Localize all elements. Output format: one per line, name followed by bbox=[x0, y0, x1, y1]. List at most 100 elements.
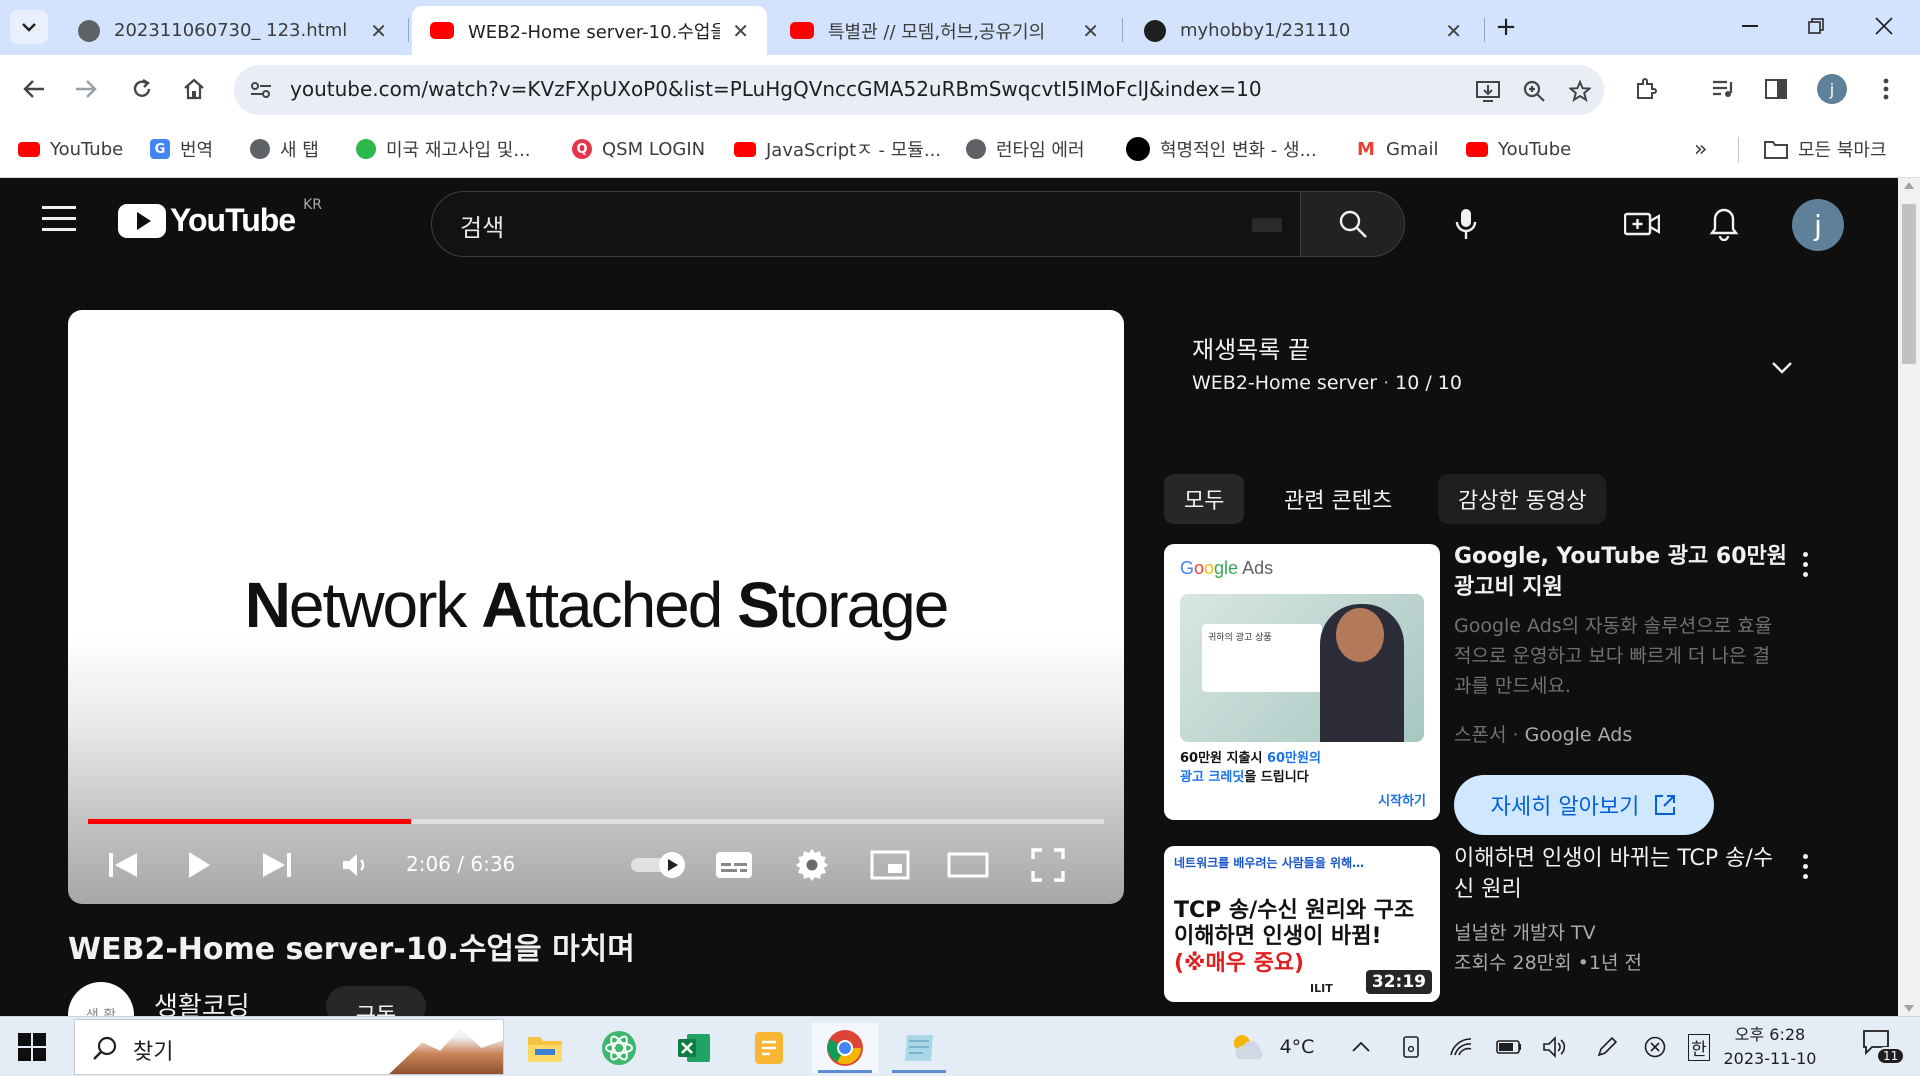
more-vert-icon[interactable] bbox=[1800, 854, 1810, 879]
weather-temp[interactable]: 4°C bbox=[1272, 1031, 1322, 1063]
weather-icon[interactable] bbox=[1224, 1031, 1270, 1063]
playlist-name[interactable]: WEB2-Home server bbox=[1192, 372, 1377, 394]
site-settings-icon[interactable] bbox=[248, 77, 274, 103]
scroll-up-icon[interactable] bbox=[1904, 182, 1914, 189]
progress-bar[interactable] bbox=[88, 819, 1104, 824]
chrome-app[interactable] bbox=[812, 1023, 878, 1073]
chrome-menu-button[interactable] bbox=[1866, 69, 1906, 109]
fullscreen-button[interactable] bbox=[1022, 840, 1074, 890]
bookmark-item[interactable]: 미국 재고사입 및... bbox=[356, 133, 531, 165]
chip-related[interactable]: 관련 콘텐츠 bbox=[1264, 474, 1412, 524]
media-control-button[interactable] bbox=[1704, 69, 1744, 109]
bookmark-item[interactable]: 런타임 에러 bbox=[966, 133, 1085, 165]
previous-button[interactable] bbox=[98, 840, 148, 890]
search-button[interactable] bbox=[1300, 191, 1405, 257]
new-tab-button[interactable]: + bbox=[1487, 10, 1525, 44]
extensions-button[interactable] bbox=[1626, 69, 1666, 109]
volume-icon[interactable] bbox=[1540, 1031, 1570, 1063]
theater-mode-button[interactable] bbox=[942, 840, 994, 890]
youtube-logo[interactable]: YouTube KR bbox=[118, 197, 322, 239]
video-thumbnail[interactable]: 네트워크를 배우려는 사람들을 위해… TCP 송/수신 원리와 구조 이해하면… bbox=[1164, 846, 1440, 1002]
voice-search-button[interactable] bbox=[1440, 198, 1492, 250]
notes-app[interactable] bbox=[736, 1023, 802, 1073]
bookmark-item[interactable]: YouTube bbox=[1466, 133, 1571, 165]
bookmark-item[interactable]: 혁명적인 변화 - 생... bbox=[1126, 133, 1317, 165]
scroll-down-icon[interactable] bbox=[1904, 1005, 1914, 1012]
video-player[interactable]: Network Attached Storage 2:06 / 6:36 bbox=[68, 310, 1124, 904]
scrollbar-thumb[interactable] bbox=[1902, 204, 1916, 364]
excel-app[interactable] bbox=[661, 1023, 727, 1073]
bookmark-item[interactable]: Q QSM LOGIN bbox=[572, 133, 705, 165]
notification-center-button[interactable]: 11 bbox=[1862, 1029, 1906, 1065]
chevron-down-icon[interactable] bbox=[1768, 354, 1796, 382]
bookmark-item[interactable]: G 번역 bbox=[150, 133, 213, 165]
minimize-button[interactable] bbox=[1720, 8, 1780, 44]
chip-watched[interactable]: 감상한 동영상 bbox=[1438, 474, 1607, 524]
wifi-icon[interactable] bbox=[1446, 1031, 1476, 1063]
create-button[interactable] bbox=[1616, 198, 1668, 250]
ad-thumbnail[interactable]: Google Ads 귀하의 광고 상품 60만원 지출시 60만원의 광고 크… bbox=[1164, 544, 1440, 820]
play-button[interactable] bbox=[174, 840, 224, 890]
ad-title[interactable]: Google, YouTube 광고 60만원 광고비 지원 bbox=[1454, 542, 1794, 604]
bookmark-star-icon[interactable] bbox=[1564, 75, 1596, 107]
forward-button[interactable] bbox=[66, 69, 106, 109]
close-window-button[interactable] bbox=[1854, 8, 1914, 44]
side-panel-button[interactable] bbox=[1756, 69, 1796, 109]
next-button[interactable] bbox=[252, 840, 302, 890]
subtitles-button[interactable] bbox=[708, 840, 760, 890]
windows-start-icon[interactable] bbox=[18, 1033, 46, 1061]
keyboard-icon[interactable] bbox=[1252, 218, 1282, 232]
browser-tab[interactable]: 특별관 // 모뎀,허브,공유기의 ✕ bbox=[772, 6, 1117, 55]
close-icon[interactable]: ✕ bbox=[370, 19, 387, 43]
taskbar-search-input[interactable]: 찾기 bbox=[74, 1019, 504, 1075]
profile-button[interactable]: j bbox=[1812, 69, 1852, 109]
browser-tab[interactable]: myhobby1/231110 ✕ bbox=[1126, 6, 1480, 55]
restore-button[interactable] bbox=[1786, 8, 1846, 44]
chevron-up-icon[interactable] bbox=[1346, 1031, 1376, 1063]
page-scrollbar[interactable] bbox=[1898, 178, 1920, 1016]
chip-all[interactable]: 모두 bbox=[1164, 474, 1245, 524]
notifications-button[interactable] bbox=[1698, 198, 1750, 250]
autoplay-toggle[interactable] bbox=[628, 840, 690, 890]
url-text[interactable]: youtube.com/watch?v=KVzFXpUXoP0&list=PLu… bbox=[290, 77, 1262, 101]
security-icon[interactable] bbox=[1640, 1031, 1670, 1063]
reload-button[interactable] bbox=[122, 69, 162, 109]
bookmarks-overflow-button[interactable]: » bbox=[1694, 133, 1707, 165]
learn-more-button[interactable]: 자세히 알아보기 bbox=[1454, 775, 1714, 835]
tab-search-button[interactable] bbox=[10, 10, 48, 44]
install-app-icon[interactable] bbox=[1472, 75, 1504, 107]
browser-tab-active[interactable]: WEB2-Home server-10.수업을 ✕ bbox=[412, 6, 767, 55]
bookmark-item[interactable]: YouTube bbox=[18, 133, 123, 165]
browser-tab[interactable]: 202311060730_ 123.html ✕ bbox=[60, 6, 405, 55]
file-explorer-app[interactable] bbox=[512, 1023, 578, 1073]
zoom-icon[interactable] bbox=[1518, 75, 1550, 107]
battery-icon[interactable] bbox=[1494, 1031, 1524, 1063]
taskbar-clock[interactable]: 오후 6:28 2023-11-10 bbox=[1720, 1023, 1820, 1071]
more-vert-icon[interactable] bbox=[1800, 552, 1810, 577]
all-bookmarks-button[interactable]: 모든 북마크 bbox=[1764, 133, 1887, 165]
ime-indicator[interactable]: 한 bbox=[1684, 1031, 1714, 1063]
close-icon[interactable]: ✕ bbox=[1082, 19, 1099, 43]
playlist-panel[interactable]: 재생목록 끝 WEB2-Home server · 10 / 10 bbox=[1164, 314, 1824, 424]
address-bar[interactable]: youtube.com/watch?v=KVzFXpUXoP0&list=PLu… bbox=[234, 65, 1604, 115]
bookmark-item[interactable]: JavaScriptㅈ - 모듈... bbox=[734, 133, 941, 165]
bookmark-item[interactable]: 새 탭 bbox=[250, 133, 319, 165]
search-input[interactable]: 검색 bbox=[431, 191, 1301, 257]
video-channel[interactable]: 널널한 개발자 TV bbox=[1454, 918, 1596, 945]
pen-icon[interactable] bbox=[1592, 1031, 1622, 1063]
settings-button[interactable] bbox=[786, 840, 838, 890]
back-button[interactable] bbox=[14, 69, 54, 109]
close-icon[interactable]: ✕ bbox=[1445, 19, 1462, 43]
close-icon[interactable]: ✕ bbox=[732, 19, 749, 43]
phone-link-icon[interactable] bbox=[1396, 1031, 1426, 1063]
video-title[interactable]: 이해하면 인생이 바뀌는 TCP 송/수신 원리 bbox=[1454, 844, 1784, 906]
youtube-play-icon bbox=[118, 203, 166, 238]
mute-button[interactable] bbox=[330, 840, 380, 890]
notepad-app[interactable] bbox=[886, 1023, 952, 1073]
bookmark-item[interactable]: M Gmail bbox=[1356, 133, 1439, 165]
account-avatar[interactable]: j bbox=[1792, 199, 1844, 251]
miniplayer-button[interactable] bbox=[864, 840, 916, 890]
atom-app[interactable] bbox=[586, 1023, 652, 1073]
home-button[interactable] bbox=[174, 69, 214, 109]
menu-icon[interactable] bbox=[42, 206, 76, 234]
